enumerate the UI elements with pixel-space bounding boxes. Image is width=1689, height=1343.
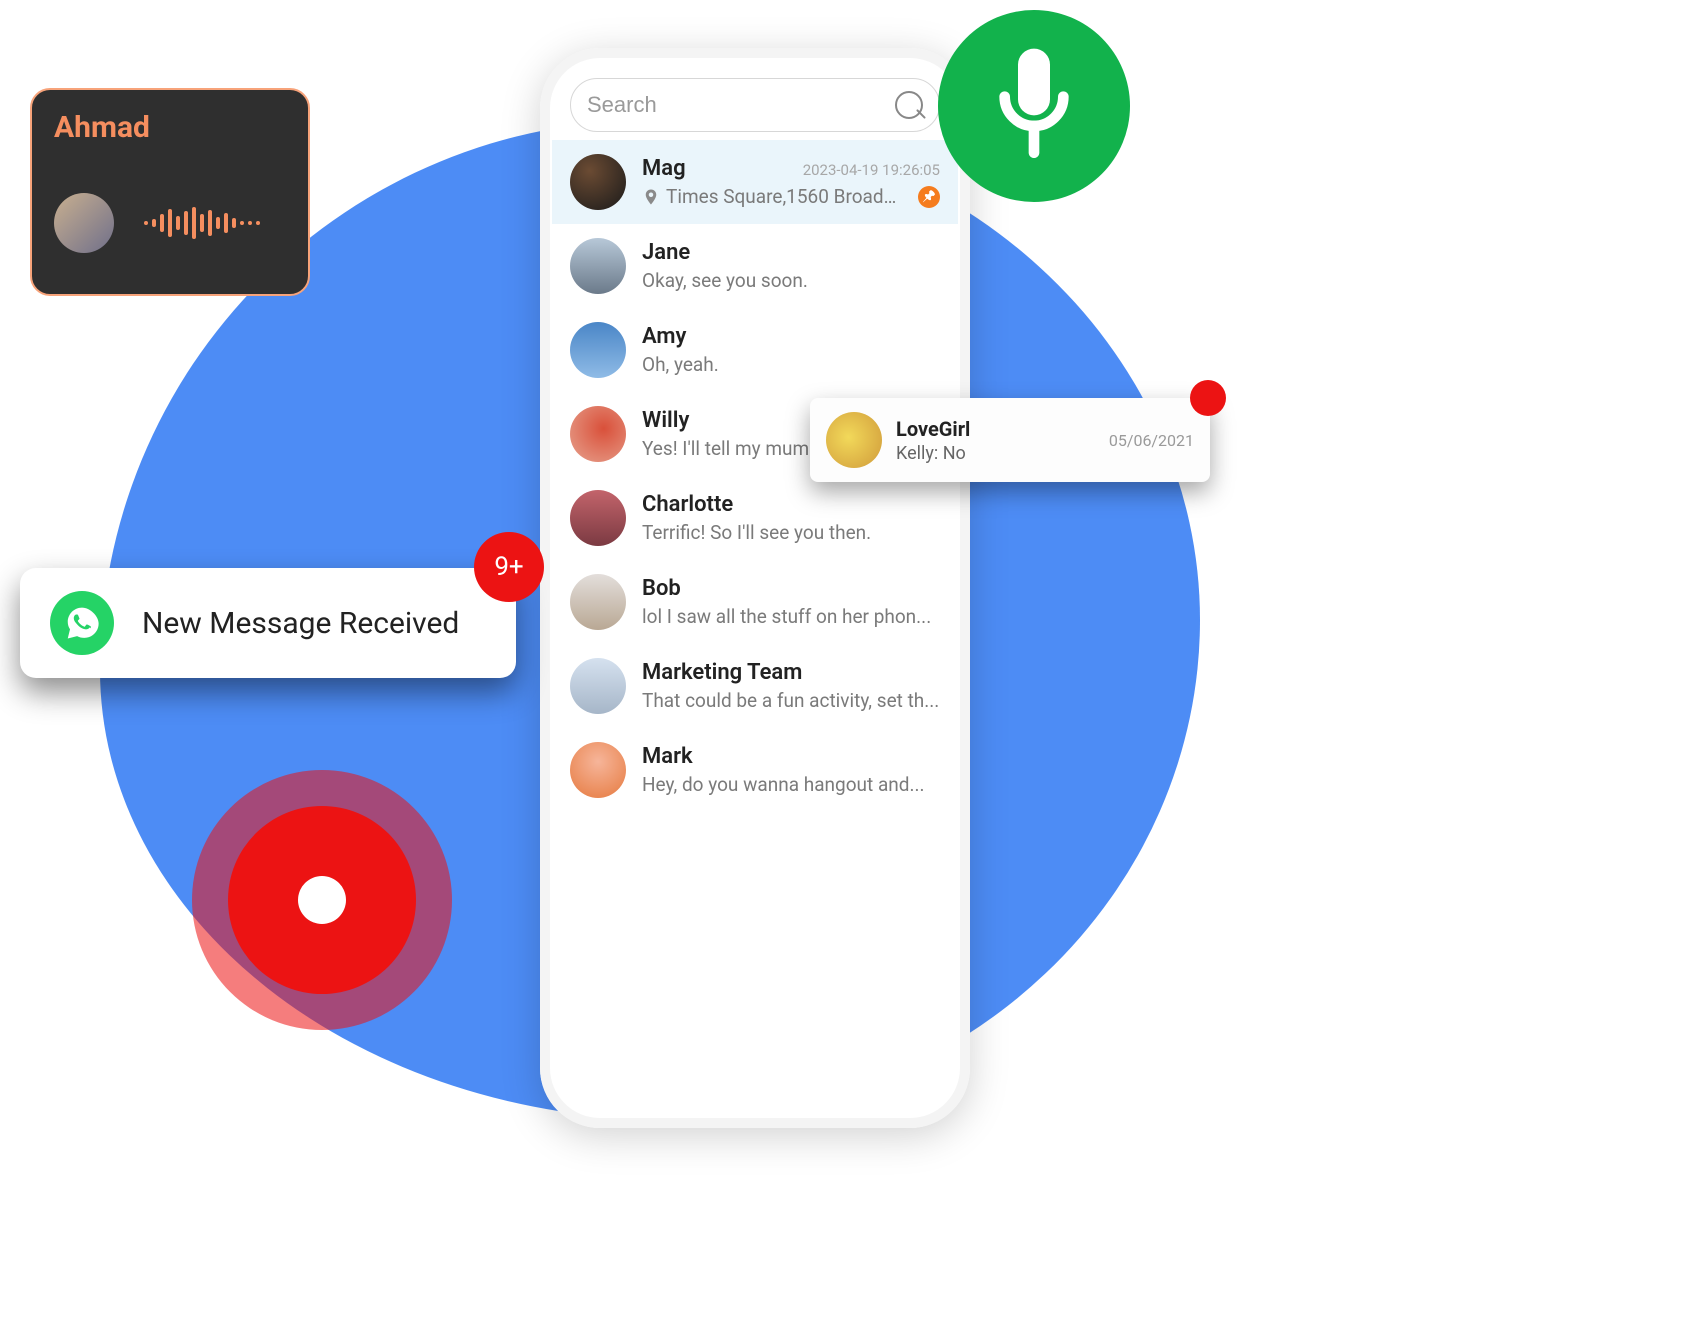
avatar: [826, 412, 882, 468]
notification-count-badge: 9+: [474, 532, 544, 602]
voice-message-card[interactable]: Ahmad: [30, 88, 310, 296]
chat-preview: That could be a fun activity, set th...: [642, 689, 940, 712]
chat-name: Bob: [642, 576, 681, 601]
chat-name: Charlotte: [642, 492, 733, 517]
location-pin-icon: [642, 188, 660, 206]
chat-name: Amy: [642, 324, 686, 349]
unread-indicator-icon: [1190, 380, 1226, 416]
avatar: [570, 238, 626, 294]
voice-sender-avatar: [54, 193, 114, 253]
chat-name: Mark: [642, 744, 693, 769]
avatar: [570, 574, 626, 630]
chat-name: Jane: [642, 240, 690, 265]
chat-row-jane[interactable]: Jane Okay, see you soon.: [552, 224, 958, 308]
record-button[interactable]: [192, 770, 452, 1030]
voice-record-button[interactable]: [938, 10, 1130, 202]
avatar: [570, 658, 626, 714]
chat-row-amy[interactable]: Amy Oh, yeah.: [552, 308, 958, 392]
popup-name: LoveGirl: [896, 417, 1095, 441]
voice-sender-name: Ahmad: [54, 110, 286, 145]
search-bar[interactable]: [570, 78, 940, 132]
chat-preview: Okay, see you soon.: [642, 269, 940, 292]
chat-name: Marketing Team: [642, 660, 802, 685]
voice-waveform-icon: [144, 207, 260, 239]
avatar: [570, 322, 626, 378]
popup-date: 05/06/2021: [1109, 431, 1194, 450]
chat-preview: lol I saw all the stuff on her phon...: [642, 605, 940, 628]
record-dot-icon: [298, 876, 346, 924]
chat-list: Mag 2023-04-19 19:26:05 Times Square,156…: [552, 140, 958, 852]
mic-icon: [989, 46, 1079, 166]
phone-frame: Mag 2023-04-19 19:26:05 Times Square,156…: [540, 48, 970, 1128]
search-input[interactable]: [587, 92, 885, 118]
avatar: [570, 406, 626, 462]
chat-name: Willy: [642, 408, 689, 433]
avatar: [570, 742, 626, 798]
chat-preview: Times Square,1560 Broadw ...: [642, 185, 940, 208]
chat-row-marketing-team[interactable]: Marketing Team That could be a fun activ…: [552, 644, 958, 728]
chat-time: 2023-04-19 19:26:05: [803, 161, 940, 179]
whatsapp-icon: [50, 591, 114, 655]
notification-text: New Message Received: [142, 606, 459, 641]
avatar: [570, 154, 626, 210]
chat-row-mag[interactable]: Mag 2023-04-19 19:26:05 Times Square,156…: [552, 140, 958, 224]
popup-message: Kelly: No: [896, 443, 1095, 464]
new-message-notification[interactable]: New Message Received 9+: [20, 568, 516, 678]
chat-popup-lovegirl[interactable]: LoveGirl Kelly: No 05/06/2021: [810, 398, 1210, 482]
chat-name: Mag: [642, 156, 686, 181]
avatar: [570, 490, 626, 546]
chat-preview: Hey, do you wanna hangout and...: [642, 773, 940, 796]
chat-row-mark[interactable]: Mark Hey, do you wanna hangout and...: [552, 728, 958, 812]
chat-row-bob[interactable]: Bob lol I saw all the stuff on her phon.…: [552, 560, 958, 644]
pinned-icon: [918, 186, 940, 208]
chat-row-charlotte[interactable]: Charlotte Terrific! So I'll see you then…: [552, 476, 958, 560]
chat-preview: Oh, yeah.: [642, 353, 940, 376]
chat-preview: Terrific! So I'll see you then.: [642, 521, 940, 544]
search-icon: [895, 91, 923, 119]
